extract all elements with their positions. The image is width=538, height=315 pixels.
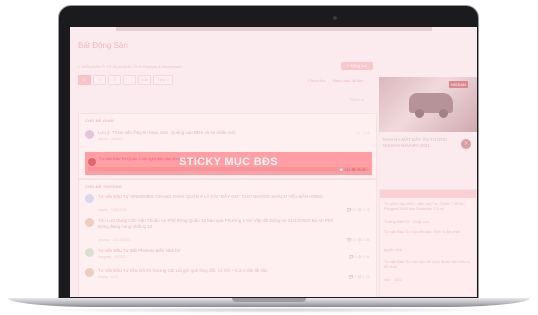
page-link[interactable]: 1: [78, 75, 91, 85]
thread-row[interactable]: Tư vấn Đầu Tư VINHOMES GRAND PARK QUẬN 9…: [85, 194, 370, 216]
thread-stats: 💬 13 👁 3.6K: [347, 238, 370, 242]
ad-brand-badge: NISSAN: [449, 81, 468, 88]
next-page-link[interactable]: Tiếp >: [153, 75, 173, 85]
thread-title-line: Tư vấn Đầu Tư Khu Đô thị Vương Cát Lái g…: [98, 268, 268, 273]
avatar[interactable]: [85, 194, 94, 203]
sticky-highlight-banner[interactable]: Tư vấn Đầu Tư Quản 2 hội nghị đầu vào dò…: [85, 152, 372, 175]
post-thread-button[interactable]: + Đăng bài: [341, 62, 373, 70]
filters-dropdown[interactable]: Filters ▾: [350, 97, 364, 102]
avatar[interactable]: [85, 218, 94, 227]
car-wheel-icon: [415, 109, 424, 118]
thread-meta: Admin · 12/2017: [98, 137, 124, 141]
thread-row[interactable]: Tư vấn Đầu Tư Bất Phoenix Biển Nhà bè ng…: [85, 248, 370, 264]
page-title: Bất Động Sản: [78, 41, 128, 50]
thread-meta: bigcity · 13/8/2020: [98, 208, 127, 212]
mark-read-link[interactable]: Đánh dấu đã đọc: [333, 78, 363, 83]
sidebar-item-text[interactable]: Cấu tiểu gia, Định vị đất phải: [411, 230, 460, 234]
unread-link[interactable]: Chưa đọc: [308, 78, 326, 83]
avatar[interactable]: [85, 130, 94, 139]
thread-stats: 💬 121 👁 26.3K: [339, 168, 366, 172]
thread-title[interactable]: VINHOMES GRAND PARK QUẬN 9 LÀ CÁI "BẪY G…: [130, 194, 323, 199]
camera-icon: [333, 16, 337, 20]
page-link[interactable]: 3: [108, 75, 121, 85]
sidebar-item[interactable]: Tư vấn Đầu Tư Làm sao để chọn được căn n…: [384, 260, 472, 270]
thread-prefix[interactable]: Tư vấn Đầu Tư: [384, 230, 410, 234]
thread-title-line: Tư vấn Đầu Tư VINHOMES GRAND PARK QUẬN 9…: [98, 194, 323, 199]
thread-title[interactable]: Bất Phoenix Biển Nhà bè: [130, 248, 180, 253]
thread-title[interactable]: Khu Đô thị Vương Cát Lái giờ quá thay đổ…: [130, 268, 268, 273]
top-nav-bar: [116, 27, 432, 31]
page-link: ...: [123, 75, 136, 85]
breadcrumb-item[interactable]: DIỄN ĐÀN Ô TÔ MUA BÁN: [82, 64, 131, 69]
sidebar-item[interactable]: Tư phức đầu BĐS, năm nay Tự, Crave 7.45 …: [384, 202, 472, 212]
car-wheel-icon: [439, 109, 448, 118]
pagination: 1 2 3... 100 Tiếp >: [78, 75, 175, 85]
sticky-header: CHỦ ĐỀ GHIM: [85, 118, 115, 123]
page-link[interactable]: 100: [138, 75, 151, 85]
laptop-notch: [232, 298, 306, 302]
normal-threads-panel: CHỦ ĐỀ THƯỜNG Tư vấn Đầu Tư VINHOMES GRA…: [78, 179, 377, 297]
thread-stats: 12 · 4.1K: [355, 131, 370, 135]
thread-row[interactable]: Tư vấn Đầu Tư Khu Đô thị Vương Cát Lái g…: [85, 268, 370, 284]
ad-banner[interactable]: NISSAN: [379, 77, 477, 132]
page-link[interactable]: 2: [93, 75, 106, 85]
sidebar-item-meta: nhà · 2021: [384, 278, 403, 282]
thread-row[interactable]: Lưu ý: Thảm vấn lồng tin Mua, Bán, Quảng…: [85, 130, 370, 144]
thread-stats: 💬 2 👁 1.1K: [349, 275, 370, 279]
thread-stats: 💬 40 👁 5.7K: [347, 208, 370, 212]
thread-prefix[interactable]: Tư vấn Đầu Tư: [98, 194, 129, 199]
thread-meta: nguyenk · 09/2021: [98, 255, 127, 259]
thread-meta: hoang · 2021: [98, 275, 119, 279]
normal-header: CHỦ ĐỀ THƯỜNG: [85, 184, 123, 189]
thread-prefix[interactable]: Tìm Lưu Dung: [98, 218, 127, 223]
latest-posts-block: Tư phức đầu BĐS, năm nay Tự, Crave 7.45 …: [379, 189, 477, 297]
breadcrumb-item[interactable]: Ô tô Finance & Investment: [134, 64, 181, 69]
thread-prefix[interactable]: Tư vấn Đầu Tư: [98, 248, 129, 253]
thread-meta: phoreal · 10/12/2020: [98, 238, 131, 242]
thread-stats: 💬 2 👁 3.9K: [349, 255, 370, 259]
thread-prefix[interactable]: Tư vấn Đầu Tư: [98, 268, 129, 273]
latest-posts-header: [380, 190, 476, 198]
laptop-shadow: [30, 307, 508, 313]
thread-prefix[interactable]: Tư vấn Đầu Tư: [384, 260, 410, 264]
ad-caption[interactable]: MẠN RA MẮT ĐẦY ẤN TƯỢNG NISSAN NAVARA 20…: [383, 137, 451, 149]
breadcrumb: ⌂ DIỄN ĐÀN Ô TÔ MUA BÁN › Ô tô Finance &…: [78, 64, 182, 69]
thread-title-line: Tìm Lưu Dung Cần Vấn Thuận An Phố Đông Q…: [98, 218, 343, 230]
sidebar-item-meta: Tường Miết Tô · Chấp con: [384, 220, 429, 224]
avatar[interactable]: [85, 268, 94, 277]
browser-screen: Bất Động Sản ⌂ DIỄN ĐÀN Ô TÔ MUA BÁN › Ô…: [70, 27, 477, 297]
thread-row[interactable]: Tìm Lưu Dung Cần Vấn Thuận An Phố Đông Q…: [85, 218, 370, 244]
sidebar-item[interactable]: Tư vấn Đầu Tư Cấu tiểu gia, Định vị đất …: [384, 230, 472, 235]
thread-title[interactable]: Cần Vấn Thuận An Phố Đông Quận 12 bảo qu…: [98, 218, 333, 229]
sidebar: NISSAN MẠN RA MẮT ĐẦY ẤN TƯỢNG NISSAN NA…: [379, 71, 477, 297]
thread-title-line: Tư vấn Đầu Tư Bất Phoenix Biển Nhà bè: [98, 248, 180, 253]
sticky-label: STICKY MỤC BĐS: [179, 156, 278, 168]
avatar[interactable]: [85, 248, 94, 257]
sidebar-item-meta: quyên nhà ·: [384, 248, 405, 252]
thread-title[interactable]: Lưu ý: Thảm vấn lồng tin Mua, Bán, Quảng…: [98, 130, 235, 135]
chevron-right-icon[interactable]: ›: [461, 139, 471, 149]
